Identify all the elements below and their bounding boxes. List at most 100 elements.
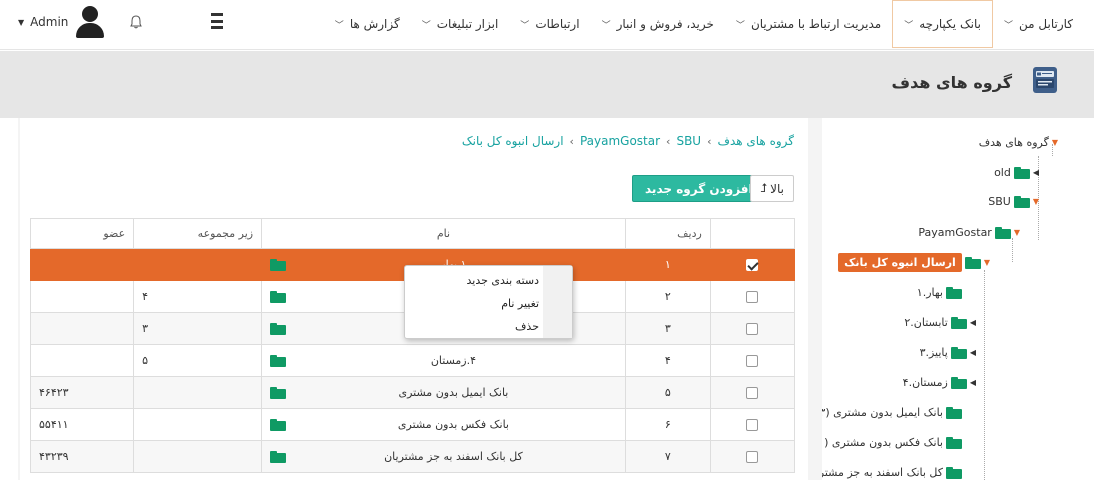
row-subcount: ۵	[133, 344, 263, 377]
nav-item-integrated-bank[interactable]: بانک یکپارچه ﹀	[892, 0, 994, 48]
row-subcount	[133, 248, 263, 281]
row-checkbox[interactable]	[746, 259, 759, 271]
chevron-down-icon: ﹀	[421, 20, 431, 31]
folder-icon	[946, 436, 962, 449]
row-checkbox[interactable]	[746, 291, 759, 303]
nav-item-reports[interactable]: گزارش ها ﹀	[324, 0, 411, 48]
nav-label: کارتابل من	[1019, 17, 1073, 31]
folder-icon	[270, 354, 287, 367]
table-row[interactable]: ۶ بانک فکس بدون مشتری ۵۵۴۱۱	[29, 408, 796, 441]
chevron-down-icon: ﹀	[601, 20, 611, 31]
tree-node[interactable]: ◀ ۳.پاییز	[920, 346, 976, 359]
chevron-down-icon: ﹀	[735, 20, 745, 31]
chevron-down-icon: ﹀	[1004, 20, 1014, 31]
expand-icon[interactable]: ▼	[1014, 228, 1020, 237]
folder-icon	[946, 286, 962, 299]
avatar	[74, 6, 106, 38]
tree-node-label: ۳.پاییز	[919, 346, 948, 359]
tree-node[interactable]: ▼ PayamGostar	[918, 226, 1020, 239]
expand-icon[interactable]: ▼	[1033, 197, 1039, 206]
tree-node[interactable]: ◀ ۲.تابستان	[904, 316, 976, 329]
collapse-icon[interactable]: ◀	[1033, 168, 1039, 177]
tree-node-label: PayamGostar	[918, 226, 992, 239]
tree-node-label: ارسال انبوه کل بانک	[838, 253, 962, 272]
tree-node-label: گروه های هدف	[978, 136, 1049, 149]
tree-node[interactable]: ▼ SBU	[988, 195, 1039, 208]
row-members	[29, 280, 135, 313]
tree-node-selected[interactable]: ▼ ارسال انبوه کل بانک	[838, 253, 990, 272]
row-index: ۷	[624, 440, 711, 473]
folder-icon	[1013, 195, 1030, 208]
context-menu-new-category[interactable]: دسته بندی جدید	[467, 274, 540, 287]
folder-icon	[964, 256, 981, 269]
member-column-header[interactable]: عضو	[29, 218, 135, 249]
chevron-left-icon: ‹	[707, 134, 712, 148]
row-checkbox[interactable]	[746, 387, 759, 399]
tree-node[interactable]: بانک ایمیل بدون مشتری (۲۳	[822, 406, 962, 419]
tree-node[interactable]: بانک فکس بدون مشتری (۱۱	[822, 436, 962, 449]
chevron-left-icon: ‹	[569, 134, 574, 148]
nav-item-my-cartable[interactable]: کارتابل من ﹀	[993, 0, 1084, 48]
row-subcount	[133, 408, 263, 441]
page-header: گروه های هدف	[0, 51, 1094, 118]
expand-icon[interactable]: ▼	[984, 258, 990, 267]
username: Admin	[30, 15, 69, 29]
row-column-header[interactable]: ردیف	[624, 218, 711, 249]
table-row[interactable]: ۵ بانک ایمیل بدون مشتری ۴۶۴۲۳	[29, 376, 796, 409]
breadcrumb-item[interactable]: SBU	[676, 134, 701, 148]
breadcrumb-item[interactable]: PayamGostar	[580, 134, 660, 148]
nav-label: گزارش ها	[349, 17, 400, 31]
name-column-header[interactable]: نام	[261, 218, 626, 249]
up-arrow-icon: ⮥	[760, 181, 768, 195]
row-name[interactable]: کل بانک اسفند به جز مشتریان	[290, 450, 617, 463]
tree-node-label: old	[994, 166, 1011, 179]
nav-label: مدیریت ارتباط با مشتریان	[750, 17, 882, 31]
tree-panel: ▼ گروه های هدف ◀ old ▼ SBU ▼ PayamGostar…	[808, 118, 1076, 480]
row-name[interactable]: ۴.زمستان	[290, 354, 617, 367]
table-row[interactable]: ۷ کل بانک اسفند به جز مشتریان ۴۳۲۳۹	[29, 440, 796, 473]
nav-label: ارتباطات	[535, 17, 580, 31]
collapse-icon[interactable]: ◀	[970, 378, 976, 387]
chevron-left-icon: ‹	[666, 134, 671, 148]
row-name[interactable]: بانک ایمیل بدون مشتری	[290, 386, 617, 399]
nav-item-communications[interactable]: ارتباطات ﹀	[509, 0, 590, 48]
expand-icon[interactable]: ▼	[1052, 138, 1058, 147]
collapse-icon[interactable]: ◀	[970, 318, 976, 327]
up-button[interactable]: ⮥ بالا	[750, 175, 794, 202]
tree-node[interactable]: ◀ old	[994, 166, 1039, 179]
tree-node[interactable]: ◀ ۴.زمستان	[903, 376, 976, 389]
breadcrumb-item[interactable]: گروه های هدف	[718, 134, 795, 148]
row-checkbox[interactable]	[746, 451, 759, 463]
row-members	[29, 248, 135, 281]
nav-item-marketing-tools[interactable]: ابزار تبلیغات ﹀	[411, 0, 510, 48]
nav-label: ابزار تبلیغات	[436, 17, 499, 31]
main-menu: کارتابل من ﹀ بانک یکپارچه ﹀ مدیریت ارتبا…	[324, 0, 1094, 48]
tree-node[interactable]: کل بانک اسفند به جز مشتریا	[822, 466, 962, 479]
row-checkbox[interactable]	[746, 323, 759, 335]
context-menu-rename[interactable]: تغییر نام	[501, 297, 539, 310]
collapse-icon[interactable]: ◀	[970, 348, 976, 357]
sub-column-header[interactable]: زیر مجموعه	[133, 218, 263, 249]
folder-icon	[950, 376, 967, 389]
context-menu-delete[interactable]: حذف	[515, 320, 539, 333]
folder-icon	[270, 386, 287, 399]
folder-icon	[1013, 166, 1030, 179]
folder-icon	[946, 406, 962, 419]
hamburger-menu-icon[interactable]	[211, 13, 223, 29]
nav-item-sales-inventory[interactable]: خرید، فروش و انبار ﹀	[591, 0, 725, 48]
nav-item-crm[interactable]: مدیریت ارتباط با مشتریان ﹀	[725, 0, 892, 48]
tree-node[interactable]: ▼ گروه های هدف	[979, 136, 1058, 149]
breadcrumb-item[interactable]: ارسال انبوه کل بانک	[462, 134, 564, 148]
row-checkbox[interactable]	[746, 355, 759, 367]
tree-node-label: ۱.بهار	[916, 286, 943, 299]
user-menu[interactable]: ▼ Admin	[18, 6, 106, 38]
breadcrumb: گروه های هدف ‹ SBU ‹ PayamGostar ‹ ارسال…	[462, 134, 794, 148]
row-name[interactable]: بانک فکس بدون مشتری	[290, 418, 617, 431]
table-row[interactable]: ۴ ۴.زمستان ۵	[29, 344, 796, 377]
row-checkbox[interactable]	[746, 419, 759, 431]
row-members: ۵۵۴۱۱	[29, 408, 135, 441]
add-group-button[interactable]: افزودن گروه جدید	[632, 175, 766, 202]
tree-node[interactable]: ۱.بهار	[917, 286, 962, 299]
bell-icon[interactable]	[130, 15, 142, 33]
row-index: ۵	[624, 376, 711, 409]
